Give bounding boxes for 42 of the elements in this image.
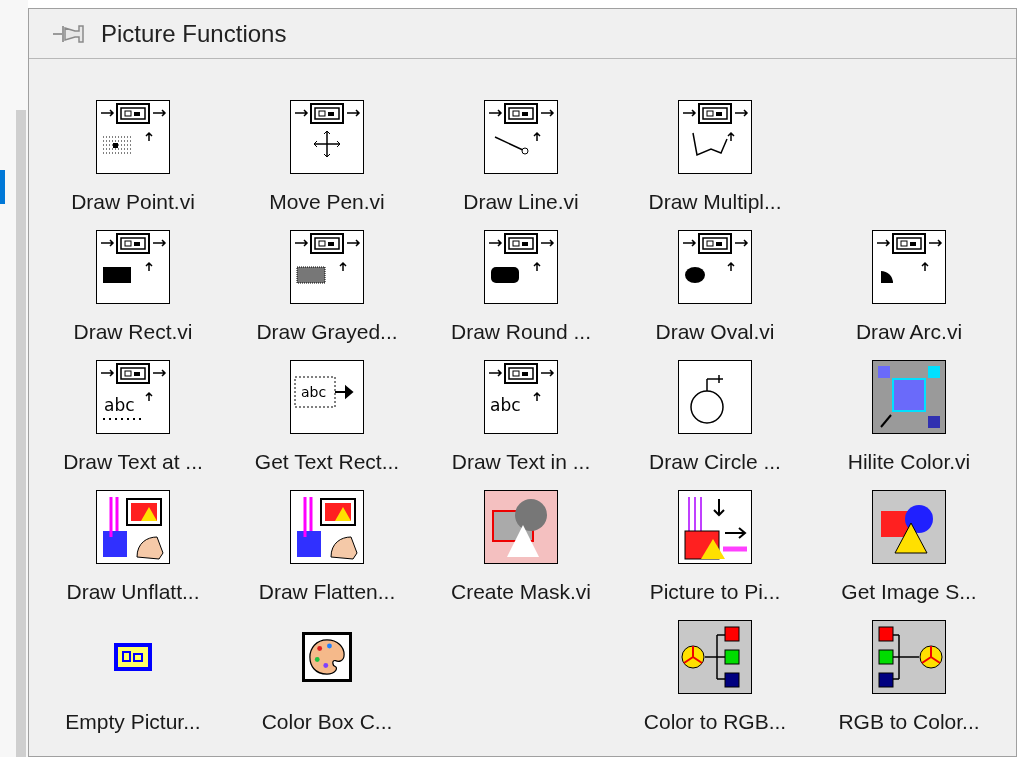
text-at-icon[interactable]: abc [96,360,170,434]
function-label: Draw Oval.vi [655,319,775,345]
text-rect-icon[interactable]: abc [290,360,364,434]
icon-text: abc [490,395,521,415]
function-label: Color to RGB... [643,709,787,735]
function-label: Create Mask.vi [450,579,591,605]
function-label: Draw Multipl... [648,189,782,215]
function-label: RGB to Color... [838,709,980,735]
function-label: Draw Text at ... [63,449,203,475]
function-label: Get Text Rect... [254,449,400,475]
function-label: Color Box C... [261,709,393,735]
function-label: Move Pen.vi [269,189,385,215]
function-label: Draw Unflatt... [66,579,200,605]
function-label: Draw Circle ... [649,449,781,475]
function-label: Get Image S... [841,579,977,605]
function-label: Draw Flatten... [258,579,396,605]
function-label: Draw Point.vi [71,189,195,215]
function-label: Hilite Color.vi [847,449,971,475]
image-size-icon[interactable] [872,490,946,564]
text-in-icon[interactable]: abc [484,360,558,434]
color-palette-icon[interactable] [302,632,352,682]
picture-frame-icon[interactable] [114,643,152,671]
mask-icon[interactable] [484,490,558,564]
rect-icon[interactable] [96,230,170,304]
function-label: Draw Arc.vi [855,319,963,345]
icon-text: abc [104,395,135,415]
selection-marker [0,170,5,204]
palette-title: Picture Functions [101,18,287,49]
dotted-line [102,418,144,420]
function-label: Draw Line.vi [463,189,579,215]
arrow-icon [334,386,354,398]
point-icon[interactable] [96,100,170,174]
function-label: Picture to Pi... [649,579,781,605]
icon-text: abc [301,384,327,400]
function-label: Draw Grayed... [256,319,398,345]
function-label: Draw Text in ... [451,449,591,475]
arc-icon[interactable] [872,230,946,304]
dashed-frame [294,376,336,408]
function-label: Empty Pictur... [65,709,201,735]
function-label: Draw Rect.vi [73,319,193,345]
function-label: Draw Round ... [450,319,592,345]
hilite-icon[interactable] [872,360,946,434]
